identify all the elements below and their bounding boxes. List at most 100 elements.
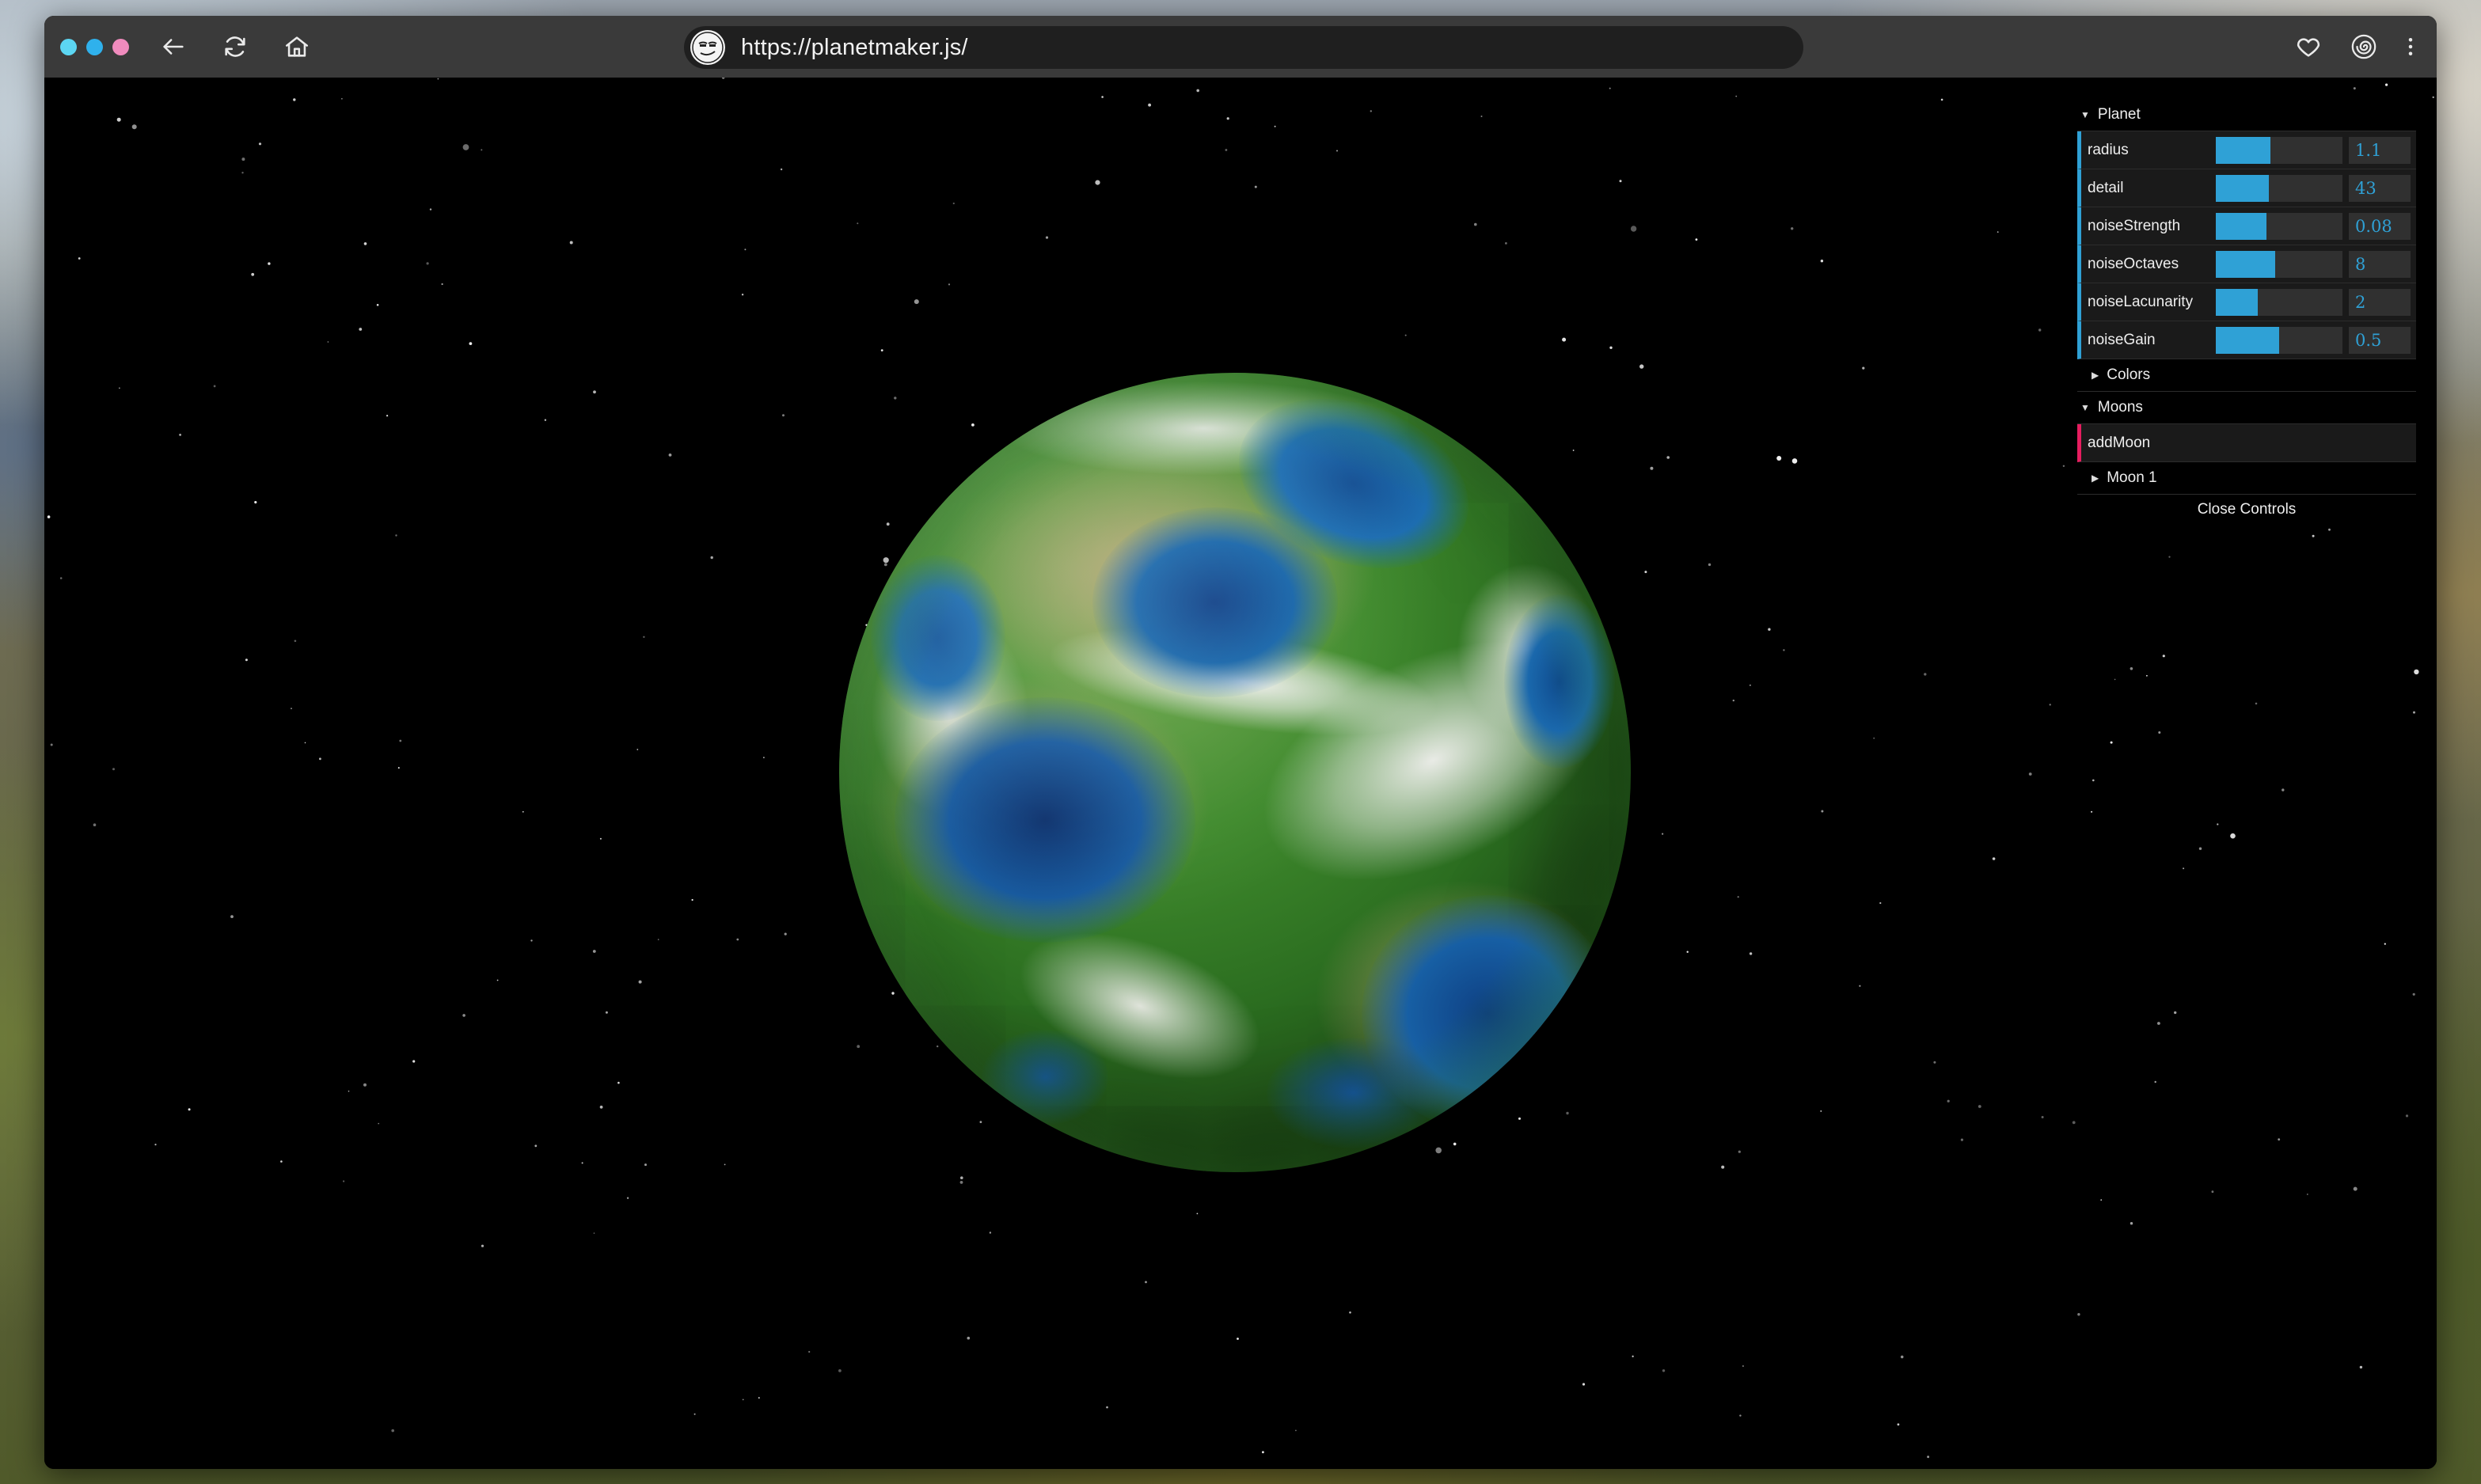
home-button[interactable] — [276, 26, 317, 67]
close-window-button[interactable] — [60, 38, 77, 55]
param-slider[interactable] — [2216, 326, 2342, 354]
star — [386, 415, 389, 417]
star — [1196, 89, 1199, 93]
param-slider[interactable] — [2216, 136, 2342, 164]
star — [2130, 1222, 2133, 1225]
param-slider[interactable] — [2216, 212, 2342, 240]
star — [880, 349, 883, 351]
url-text[interactable]: https://planetmaker.js/ — [741, 35, 968, 61]
folder-colors-title: Colors — [2107, 366, 2151, 383]
param-slider[interactable] — [2216, 250, 2342, 278]
folder-planet-title: Planet — [2097, 106, 2141, 123]
star — [1940, 98, 1943, 101]
browser-toolbar: https://planetmaker.js/ — [44, 16, 2437, 78]
star — [481, 1244, 484, 1247]
param-label: noiseStrength — [2088, 217, 2181, 234]
folder-moons[interactable]: ▼ Moons — [2077, 392, 2416, 424]
star — [1295, 1429, 1297, 1432]
folder-planet[interactable]: ▼ Planet — [2077, 99, 2416, 131]
star — [179, 434, 182, 436]
param-value-input[interactable]: 0.08 — [2349, 212, 2411, 240]
star — [1776, 456, 1782, 461]
param-slider[interactable] — [2216, 288, 2342, 316]
star — [593, 390, 596, 394]
star — [469, 342, 473, 345]
param-label: radius — [2088, 141, 2129, 158]
star — [241, 158, 245, 161]
folder-moon-1[interactable]: ▶ Moon 1 — [2077, 462, 2416, 495]
star — [1686, 951, 1689, 953]
star — [2353, 1186, 2358, 1191]
star — [2091, 810, 2093, 813]
maximize-window-button[interactable] — [112, 38, 129, 55]
close-controls-button[interactable]: Close Controls — [2077, 495, 2416, 525]
param-value-input[interactable]: 1.1 — [2349, 136, 2411, 164]
3d-canvas[interactable]: ▼ Planet radius 1.1 detail 43 noiseStrength 0… — [44, 78, 2437, 1469]
star — [952, 202, 955, 205]
favorite-button[interactable] — [2288, 26, 2329, 67]
star — [1148, 103, 1151, 107]
star — [744, 249, 747, 251]
param-value-input[interactable]: 2 — [2349, 288, 2411, 316]
add-moon-button[interactable]: addMoon — [2077, 424, 2416, 462]
star — [1738, 1150, 1741, 1153]
star — [462, 1014, 465, 1017]
star — [1145, 1281, 1147, 1284]
planet[interactable] — [839, 373, 1631, 1172]
star — [581, 1162, 583, 1164]
site-favicon — [690, 30, 725, 65]
star — [245, 659, 248, 662]
star — [2183, 867, 2185, 870]
star — [1639, 364, 1644, 369]
star — [617, 1081, 620, 1084]
star — [1742, 1365, 1744, 1367]
param-row-detail: detail 43 — [2077, 169, 2416, 207]
param-row-noiseGain: noiseGain 0.5 — [2077, 321, 2416, 359]
param-slider[interactable] — [2216, 174, 2342, 202]
star — [605, 1011, 608, 1014]
star — [1609, 87, 1611, 89]
star — [2230, 833, 2236, 839]
spiral-button[interactable] — [2343, 26, 2384, 67]
star — [2072, 1121, 2076, 1125]
param-value-input[interactable]: 43 — [2349, 174, 2411, 202]
param-value-input[interactable]: 8 — [2349, 250, 2411, 278]
star — [959, 1181, 963, 1184]
caret-down-icon: ▼ — [2080, 109, 2090, 120]
star — [254, 501, 257, 504]
star — [1735, 95, 1738, 97]
star — [2384, 943, 2386, 945]
star — [1900, 1355, 1904, 1359]
param-row-radius: radius 1.1 — [2077, 131, 2416, 169]
param-value-input[interactable]: 0.5 — [2349, 326, 2411, 354]
star — [1609, 346, 1613, 349]
star — [2414, 669, 2419, 675]
menu-button[interactable] — [2399, 26, 2422, 67]
param-slider-fill — [2216, 136, 2270, 164]
star — [1196, 1213, 1199, 1215]
folder-colors[interactable]: ▶ Colors — [2077, 359, 2416, 392]
star — [808, 1350, 811, 1353]
star — [2353, 87, 2356, 90]
back-button[interactable] — [153, 26, 194, 67]
star — [2413, 711, 2415, 714]
star — [1820, 1110, 1822, 1112]
back-arrow-icon — [163, 39, 184, 55]
reload-button[interactable] — [215, 26, 256, 67]
star — [2405, 1114, 2409, 1118]
address-bar[interactable]: https://planetmaker.js/ — [684, 26, 1803, 69]
star — [1927, 1456, 1930, 1459]
star — [2255, 702, 2258, 705]
star — [643, 636, 645, 638]
star — [1262, 1451, 1264, 1454]
star — [93, 823, 97, 826]
star — [2359, 1365, 2363, 1369]
minimize-window-button[interactable] — [86, 38, 103, 55]
star — [1924, 673, 1927, 676]
star — [1349, 1311, 1351, 1314]
star — [1662, 1369, 1666, 1372]
star — [967, 1336, 971, 1340]
smirk-face-icon — [692, 32, 724, 63]
star — [2100, 1199, 2102, 1201]
star — [1474, 222, 1477, 226]
